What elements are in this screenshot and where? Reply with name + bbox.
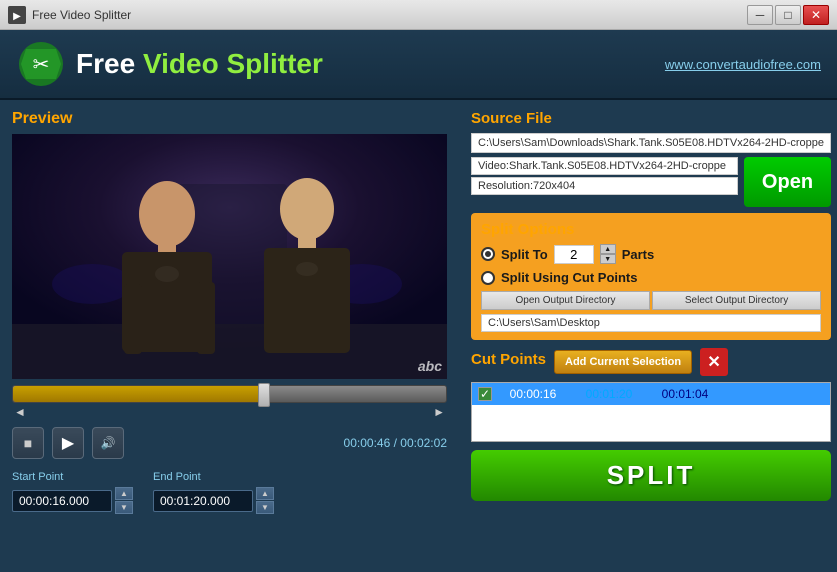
video-name-box: Video:Shark.Tank.S05E08.HDTVx264-2HD-cro… [471, 157, 738, 175]
app-title-free: Free [76, 48, 143, 79]
close-button[interactable]: ✕ [803, 5, 829, 25]
add-current-selection-button[interactable]: Add Current Selection [554, 350, 692, 374]
select-output-dir-button[interactable]: Select Output Directory [652, 291, 821, 310]
split-to-spinners: ▲ ▼ [600, 244, 616, 264]
video-preview: abc [12, 134, 447, 379]
cut-points-list: ✓ 00:00:16 00:01:20 00:01:04 [471, 382, 831, 442]
seekbar-track[interactable] [12, 385, 447, 403]
seekbar-handle[interactable] [258, 383, 270, 407]
start-point-spinners: ▲ ▼ [115, 487, 133, 514]
end-point-input[interactable] [153, 490, 253, 512]
dir-buttons: Open Output Directory Select Output Dire… [481, 291, 821, 310]
source-file-path: C:\Users\Sam\Downloads\Shark.Tank.S05E08… [471, 133, 831, 153]
end-point-spinners: ▲ ▼ [256, 487, 274, 514]
resolution-box: Resolution:720x404 [471, 177, 738, 195]
window-controls: ─ □ ✕ [747, 5, 829, 25]
split-to-label: Split To [501, 247, 548, 262]
total-time: 00:02:02 [400, 436, 447, 450]
seekbar-arrows: ◄ ► [12, 405, 447, 419]
app-header: ✂ Free Video Splitter www.convertaudiofr… [0, 30, 837, 100]
open-output-dir-button[interactable]: Open Output Directory [481, 291, 650, 310]
logo-area: ✂ Free Video Splitter [16, 39, 665, 89]
volume-icon: 🔊 [101, 436, 116, 450]
split-to-input[interactable] [554, 245, 594, 264]
play-button[interactable]: ▶ [52, 427, 84, 459]
maximize-button[interactable]: □ [775, 5, 801, 25]
split-to-up[interactable]: ▲ [600, 244, 616, 254]
start-point-down[interactable]: ▼ [115, 501, 133, 514]
source-file-title: Source File [471, 110, 831, 127]
cut-point-end: 00:01:04 [650, 387, 720, 401]
split-to-row: Split To ▲ ▼ Parts [481, 244, 821, 264]
split-cut-radio[interactable] [481, 271, 495, 285]
start-point-input[interactable] [12, 490, 112, 512]
points-row: Start Point ▲ ▼ End Point ▲ [12, 471, 447, 514]
app-icon: ▶ [8, 6, 26, 24]
end-point-input-row: ▲ ▼ [153, 487, 274, 514]
split-to-down[interactable]: ▼ [600, 254, 616, 264]
start-point-group: Start Point ▲ ▼ [12, 471, 133, 514]
time-display: 00:00:46 / 00:02:02 [344, 436, 447, 450]
start-point-input-row: ▲ ▼ [12, 487, 133, 514]
output-dir-path: C:\Users\Sam\Desktop [481, 314, 821, 332]
parts-label: Parts [622, 247, 655, 262]
left-panel: Preview [0, 100, 459, 572]
window-title: Free Video Splitter [32, 8, 747, 22]
delete-selection-button[interactable]: ✕ [700, 348, 728, 376]
main-window: ✂ Free Video Splitter www.convertaudiofr… [0, 30, 837, 572]
end-point-down[interactable]: ▼ [256, 501, 274, 514]
split-cut-row: Split Using Cut Points [481, 270, 821, 285]
seekbar-right-arrow[interactable]: ► [433, 405, 445, 419]
svg-text:▶: ▶ [13, 11, 21, 22]
open-button[interactable]: Open [744, 157, 831, 207]
end-point-up[interactable]: ▲ [256, 487, 274, 500]
volume-button[interactable]: 🔊 [92, 427, 124, 459]
cut-points-title: Cut Points [471, 351, 546, 368]
start-point-label: Start Point [12, 471, 133, 483]
svg-text:✂: ✂ [33, 54, 50, 76]
playback-controls: ■ ▶ 🔊 00:00:46 / 00:02:02 [12, 427, 447, 459]
stop-button[interactable]: ■ [12, 427, 44, 459]
content-area: Preview [0, 100, 837, 572]
cut-points-section: Cut Points Add Current Selection ✕ ✓ 00:… [471, 348, 831, 442]
end-point-group: End Point ▲ ▼ [153, 471, 274, 514]
video-scene: abc [12, 134, 447, 379]
current-time: 00:00:46 [344, 436, 391, 450]
seekbar-container: ◄ ► [12, 385, 447, 419]
start-point-up[interactable]: ▲ [115, 487, 133, 500]
source-file-row: Video:Shark.Tank.S05E08.HDTVx264-2HD-cro… [471, 157, 831, 207]
cut-point-mid: 00:01:20 [574, 387, 644, 401]
source-file-info: Video:Shark.Tank.S05E08.HDTVx264-2HD-cro… [471, 157, 738, 207]
preview-label: Preview [12, 110, 447, 128]
split-button[interactable]: SPLIT [471, 450, 831, 501]
minimize-button[interactable]: ─ [747, 5, 773, 25]
end-point-label: End Point [153, 471, 274, 483]
abc-logo: abc [418, 358, 442, 374]
cut-point-start: 00:00:16 [498, 387, 568, 401]
seekbar-left-arrow[interactable]: ◄ [14, 405, 26, 419]
cut-points-header: Cut Points Add Current Selection ✕ [471, 348, 831, 376]
website-link[interactable]: www.convertaudiofree.com [665, 57, 821, 72]
split-options-section: Split Options Split To ▲ ▼ Parts Split U… [471, 213, 831, 340]
app-title: Free Video Splitter [76, 48, 323, 80]
table-row[interactable]: ✓ 00:00:16 00:01:20 00:01:04 [472, 383, 830, 405]
split-options-title: Split Options [481, 221, 821, 238]
split-cut-label: Split Using Cut Points [501, 270, 638, 285]
titlebar: ▶ Free Video Splitter ─ □ ✕ [0, 0, 837, 30]
cut-point-checkbox[interactable]: ✓ [478, 387, 492, 401]
seekbar-progress [13, 386, 264, 402]
app-title-main: Video Splitter [143, 48, 323, 79]
source-file-section: Source File C:\Users\Sam\Downloads\Shark… [471, 110, 831, 207]
split-to-radio[interactable] [481, 247, 495, 261]
app-logo-icon: ✂ [16, 39, 66, 89]
right-panel: Source File C:\Users\Sam\Downloads\Shark… [459, 100, 837, 572]
